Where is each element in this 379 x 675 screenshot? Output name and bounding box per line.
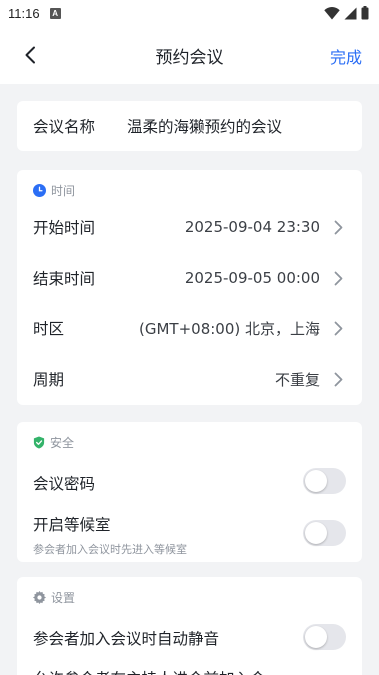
security-section-title: 安全 <box>50 436 75 450</box>
meeting-password-toggle[interactable] <box>303 468 346 494</box>
battery-icon <box>361 6 369 20</box>
end-time-row[interactable]: 结束时间 2025-09-05 00:00 <box>17 253 362 303</box>
start-time-value: 2025-09-04 23:30 <box>184 218 320 236</box>
start-time-row[interactable]: 开始时间 2025-09-04 23:30 <box>17 202 362 252</box>
settings-section-header: 设置 <box>33 589 75 606</box>
time-section-header: 时间 <box>33 182 75 199</box>
allow-join-before-host-label: 允许参会者在主持人进会前加入会 <box>33 667 266 675</box>
settings-card: 设置 参会者加入会议时自动静音 允许参会者在主持人进会前加入会 <box>17 577 362 675</box>
auto-mute-label: 参会者加入会议时自动静音 <box>33 630 220 648</box>
back-button[interactable] <box>18 43 42 67</box>
chevron-right-icon <box>334 219 346 235</box>
meeting-name-input[interactable]: 温柔的海獭预约的会议 <box>127 115 282 137</box>
chevron-right-icon <box>334 320 346 336</box>
chevron-right-icon <box>334 371 346 387</box>
waiting-room-toggle[interactable] <box>303 520 346 546</box>
meeting-name-label: 会议名称 <box>33 118 96 136</box>
waiting-room-label: 开启等候室 <box>33 516 111 534</box>
status-bar: 11:16 A <box>0 0 379 26</box>
settings-section-title: 设置 <box>51 591 76 605</box>
chevron-left-icon <box>25 46 35 64</box>
toggle-knob <box>305 626 327 648</box>
toggle-knob <box>305 522 327 544</box>
recurrence-row[interactable]: 周期 不重复 <box>17 354 362 404</box>
end-time-value: 2025-09-05 00:00 <box>184 269 320 287</box>
nav-bar: 预约会议 完成 <box>0 26 379 84</box>
recurrence-value: 不重复 <box>274 370 320 389</box>
done-button[interactable]: 完成 <box>330 44 362 68</box>
wifi-icon <box>324 6 340 19</box>
chevron-right-icon <box>334 270 346 286</box>
timezone-value: (GMT+08:00) 北京，上海 <box>139 319 320 338</box>
signal-icon <box>344 7 357 19</box>
timezone-row[interactable]: 时区 (GMT+08:00) 北京，上海 <box>17 303 362 353</box>
timezone-label: 时区 <box>33 320 65 338</box>
meeting-name-card: 会议名称 温柔的海獭预约的会议 <box>17 101 362 151</box>
recurrence-label: 周期 <box>33 371 65 389</box>
time-card: 时间 开始时间 2025-09-04 23:30 结束时间 2025-09-05… <box>17 170 362 405</box>
status-time: 11:16 <box>8 5 40 21</box>
notification-icon: A <box>49 7 61 19</box>
waiting-room-description: 参会者加入会议时先进入等候室 <box>33 543 187 556</box>
gear-icon <box>33 591 46 604</box>
auto-mute-toggle[interactable] <box>303 624 346 650</box>
start-time-label: 开始时间 <box>33 219 96 237</box>
time-section-title: 时间 <box>51 184 76 198</box>
clock-icon <box>33 184 46 197</box>
meeting-password-label: 会议密码 <box>33 475 96 493</box>
shield-icon <box>33 436 45 449</box>
toggle-knob <box>305 470 327 492</box>
security-card: 安全 会议密码 开启等候室 参会者加入会议时先进入等候室 <box>17 422 362 562</box>
security-section-header: 安全 <box>33 434 74 451</box>
end-time-label: 结束时间 <box>33 270 96 288</box>
page-title: 预约会议 <box>155 47 224 68</box>
